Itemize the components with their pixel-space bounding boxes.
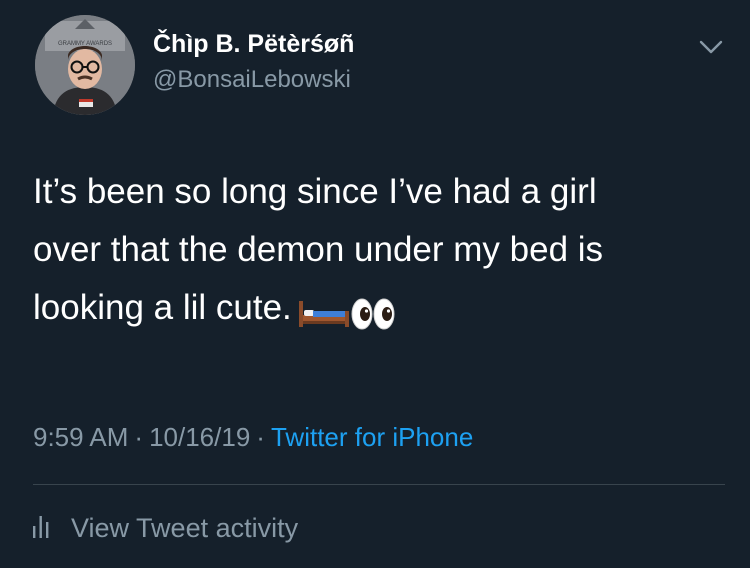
tweet-meta: 9:59 AM · 10/16/19 · Twitter for iPhone (33, 420, 473, 454)
tweet-date[interactable]: 10/16/19 (149, 422, 250, 452)
eyes-emoji (351, 298, 395, 330)
emoji-group (298, 283, 396, 341)
bed-emoji (298, 300, 349, 327)
user-avatar[interactable]: GRAMMY AWARDS (35, 15, 135, 115)
tweet-time[interactable]: 9:59 AM (33, 422, 128, 452)
tweet-text-line-last: looking a lil cute. (33, 279, 723, 341)
tweet-text-line: It’s been so long since I’ve had a girl (33, 172, 597, 211)
meta-separator: · (256, 422, 265, 452)
author-handle[interactable]: @BonsaiLebowski (153, 65, 351, 95)
bar-chart-icon (33, 512, 49, 545)
author-display-name[interactable]: Čhìp B. Pëtèrśøñ (153, 29, 354, 59)
tweet-source-link[interactable]: Twitter for iPhone (271, 422, 473, 452)
tweet-text-line: looking a lil cute. (33, 288, 292, 327)
tweet-card: GRAMMY AWARDS Čhìp B. Pëtèrśøñ @BonsaiLe… (0, 0, 750, 568)
tweet-text: It’s been so long since I’ve had a girl … (33, 163, 723, 341)
tweet-text-line: over that the demon under my bed is (33, 230, 604, 269)
view-tweet-activity-button[interactable]: View Tweet activity (33, 508, 298, 548)
view-tweet-activity-label: View Tweet activity (71, 512, 299, 543)
tweet-header: GRAMMY AWARDS Čhìp B. Pëtèrśøñ @BonsaiLe… (35, 15, 725, 120)
divider (33, 484, 725, 485)
chevron-down-icon[interactable] (697, 33, 725, 61)
meta-separator: · (134, 422, 144, 452)
